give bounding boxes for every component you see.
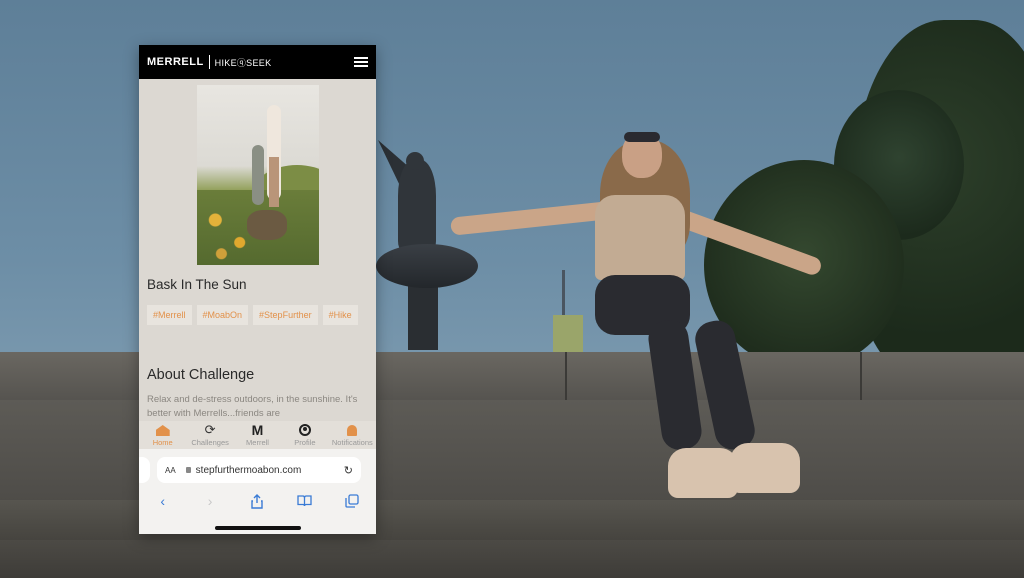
brand-logo[interactable]: MERRELL bbox=[147, 56, 204, 68]
angel-statue bbox=[398, 160, 436, 250]
lock-icon bbox=[185, 467, 191, 473]
bell-icon bbox=[347, 425, 358, 436]
hiking-shoe bbox=[730, 443, 800, 493]
fountain-stem bbox=[408, 280, 438, 350]
tab-challenges[interactable]: ⟳ Challenges bbox=[186, 421, 233, 449]
reload-icon[interactable]: ↻ bbox=[344, 464, 353, 477]
hamburger-menu-icon[interactable] bbox=[354, 57, 368, 67]
challenge-hero-image bbox=[197, 85, 319, 265]
tab-label: Merrell bbox=[246, 438, 269, 447]
tab-profile[interactable]: Profile bbox=[281, 421, 328, 449]
about-heading: About Challenge bbox=[147, 367, 255, 383]
wall-joint bbox=[860, 352, 862, 400]
tab-notifications[interactable]: Notifications bbox=[329, 421, 376, 449]
forward-icon[interactable]: › bbox=[200, 491, 220, 511]
browser-toolbar: ‹ › bbox=[139, 489, 376, 513]
bookmarks-icon[interactable] bbox=[295, 491, 315, 511]
challenge-title: Bask In The Sun bbox=[147, 277, 247, 292]
tag-chip[interactable]: #Hike bbox=[322, 305, 358, 325]
tab-label: Home bbox=[152, 438, 173, 447]
wall-joint bbox=[565, 352, 567, 400]
home-icon bbox=[155, 425, 170, 436]
flag bbox=[553, 315, 583, 353]
app-header: MERRELL HIKEⓠSEEK bbox=[139, 45, 376, 79]
merrell-m-icon: M bbox=[251, 422, 264, 438]
text-size-button[interactable]: AA bbox=[165, 466, 176, 475]
refresh-icon: ⟳ bbox=[204, 422, 216, 437]
tag-chip[interactable]: #StepFurther bbox=[253, 305, 318, 325]
tab-label: Notifications bbox=[331, 438, 373, 447]
tab-home[interactable]: Home bbox=[139, 421, 186, 449]
logo-divider bbox=[208, 55, 210, 69]
home-indicator[interactable] bbox=[215, 526, 301, 530]
hiker-figure bbox=[252, 145, 264, 205]
bottom-tab-bar: Home ⟳ Challenges M Merrell Profile Noti… bbox=[139, 421, 376, 449]
tag-chip[interactable]: #Merrell bbox=[147, 305, 192, 325]
address-bar[interactable]: AA stepfurthermoabon.com ↻ bbox=[157, 457, 361, 483]
browser-chrome: AA stepfurthermoabon.com ↻ ‹ › bbox=[139, 449, 376, 534]
share-icon[interactable] bbox=[247, 491, 267, 511]
fountain-bowl bbox=[376, 244, 478, 288]
tag-chip[interactable]: #MoabOn bbox=[196, 305, 249, 325]
back-icon[interactable]: ‹ bbox=[153, 491, 173, 511]
tag-list: #Merrell #MoabOn #StepFurther #Hike bbox=[147, 305, 369, 331]
person-torso bbox=[595, 195, 685, 280]
phone-screen: MERRELL HIKEⓠSEEK Bask In The Sun #Merre… bbox=[139, 45, 376, 534]
tab-merrell[interactable]: M Merrell bbox=[234, 421, 281, 449]
sunglasses bbox=[624, 132, 660, 142]
tabs-icon[interactable] bbox=[342, 491, 362, 511]
tab-label: Profile bbox=[294, 438, 316, 447]
about-description: Relax and de-stress outdoors, in the sun… bbox=[147, 394, 358, 419]
tab-label: Challenges bbox=[191, 438, 229, 447]
stone-step bbox=[0, 540, 1024, 578]
hiker-legs bbox=[269, 157, 279, 207]
profile-icon bbox=[298, 424, 311, 436]
url-text[interactable]: stepfurthermoabon.com bbox=[196, 465, 344, 476]
hiking-shoe bbox=[668, 448, 738, 498]
partner-logo: HIKEⓠSEEK bbox=[214, 57, 272, 68]
previous-tab-stub[interactable] bbox=[139, 457, 150, 483]
statue-head bbox=[406, 152, 424, 170]
rock bbox=[247, 210, 287, 240]
